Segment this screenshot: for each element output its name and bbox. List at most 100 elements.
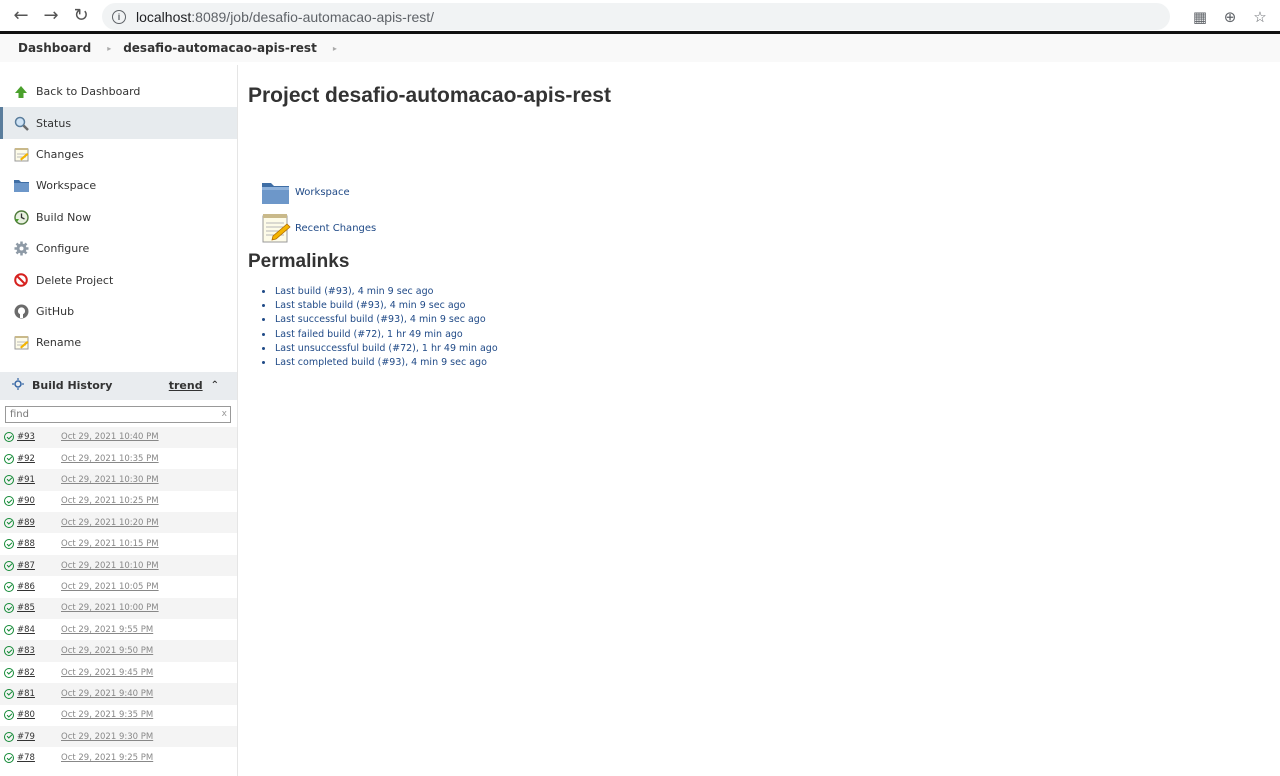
bookmark-star-icon[interactable]: ☆	[1248, 3, 1272, 30]
build-row: #91 Oct 29, 2021 10:30 PM	[0, 469, 237, 491]
translate-icon[interactable]: ▦	[1188, 3, 1212, 30]
recent-changes-link[interactable]: Recent Changes	[261, 210, 611, 246]
build-number-link[interactable]: #82	[17, 668, 61, 678]
side-panel: Back to Dashboard Status Changes Workspace B…	[0, 65, 238, 776]
back-icon[interactable]: ←	[6, 1, 36, 31]
build-number-link[interactable]: #90	[17, 496, 61, 506]
build-date-link[interactable]: Oct 29, 2021 10:30 PM	[61, 475, 159, 485]
no-entry-icon	[13, 272, 29, 288]
build-row: #85 Oct 29, 2021 10:00 PM	[0, 597, 237, 620]
sidebar-item-label: Workspace	[36, 179, 97, 193]
build-number-link[interactable]: #80	[17, 710, 61, 720]
up-arrow-icon	[13, 84, 29, 100]
build-number-link[interactable]: #83	[17, 646, 61, 656]
build-date-link[interactable]: Oct 29, 2021 10:00 PM	[61, 603, 159, 613]
build-date-link[interactable]: Oct 29, 2021 10:05 PM	[61, 582, 159, 592]
sidebar-item-back-to-dashboard[interactable]: Back to Dashboard	[0, 76, 237, 107]
build-row: #92 Oct 29, 2021 10:35 PM	[0, 448, 237, 469]
build-date-link[interactable]: Oct 29, 2021 10:20 PM	[61, 518, 159, 528]
success-check-icon	[4, 517, 14, 528]
success-check-icon	[4, 667, 14, 678]
address-bar[interactable]: i localhost:8089/job/desafio-automacao-a…	[102, 3, 1170, 30]
build-date-link[interactable]: Oct 29, 2021 10:25 PM	[61, 496, 159, 506]
breadcrumb-job[interactable]: desafio-automacao-apis-rest	[123, 41, 317, 55]
chevron-right-icon[interactable]: ▸	[333, 44, 337, 53]
build-number-link[interactable]: #92	[17, 454, 61, 464]
build-number-link[interactable]: #89	[17, 518, 61, 528]
build-row: #87 Oct 29, 2021 10:10 PM	[0, 554, 237, 577]
build-date-link[interactable]: Oct 29, 2021 10:40 PM	[61, 432, 159, 442]
build-row: #80 Oct 29, 2021 9:35 PM	[0, 705, 237, 726]
build-date-link[interactable]: Oct 29, 2021 9:40 PM	[61, 689, 153, 699]
notepad-icon	[13, 335, 29, 351]
sidebar-item-delete-project[interactable]: Delete Project	[0, 264, 237, 295]
permalinks-title: Permalinks	[248, 251, 350, 272]
build-row: #93 Oct 29, 2021 10:40 PM	[0, 426, 237, 448]
success-check-icon	[4, 603, 14, 614]
clear-search-button[interactable]: x	[222, 409, 227, 419]
build-row: #84 Oct 29, 2021 9:55 PM	[0, 619, 237, 640]
build-number-link[interactable]: #88	[17, 539, 61, 549]
build-number-link[interactable]: #86	[17, 582, 61, 592]
notepad-icon	[13, 146, 29, 162]
notepad-icon	[261, 213, 291, 243]
browser-toolbar: ← → ↻ i localhost:8089/job/desafio-autom…	[0, 0, 1280, 34]
build-search-input[interactable]: find x	[5, 405, 231, 423]
build-number-link[interactable]: #81	[17, 689, 61, 699]
chevron-up-icon[interactable]: ⌃	[211, 380, 219, 391]
build-date-link[interactable]: Oct 29, 2021 9:30 PM	[61, 732, 153, 742]
build-number-link[interactable]: #85	[17, 603, 61, 613]
sidebar-item-github[interactable]: GitHub	[0, 296, 237, 327]
workspace-link[interactable]: Workspace	[261, 174, 611, 210]
permalink-item[interactable]: Last unsuccessful build (#72), 1 hr 49 m…	[262, 341, 611, 355]
success-check-icon	[4, 731, 14, 742]
build-date-link[interactable]: Oct 29, 2021 10:10 PM	[61, 561, 159, 571]
build-date-link[interactable]: Oct 29, 2021 10:15 PM	[61, 539, 159, 549]
forward-icon[interactable]: →	[36, 1, 66, 31]
build-number-link[interactable]: #87	[17, 561, 61, 571]
build-number-link[interactable]: #93	[17, 432, 61, 442]
build-row: #89 Oct 29, 2021 10:20 PM	[0, 512, 237, 534]
zoom-icon[interactable]: ⊕	[1218, 3, 1242, 30]
sidebar-item-configure[interactable]: Configure	[0, 233, 237, 264]
trend-link[interactable]: trend	[169, 379, 203, 392]
success-check-icon	[4, 581, 14, 592]
build-number-link[interactable]: #79	[17, 732, 61, 742]
permalink-item[interactable]: Last stable build (#93), 4 min 9 sec ago	[262, 298, 611, 312]
url-host: localhost	[136, 8, 192, 25]
build-number-link[interactable]: #84	[17, 625, 61, 635]
success-check-icon	[4, 646, 14, 657]
sidebar-item-label: Status	[36, 116, 72, 130]
permalinks-list: Last build (#93), 4 min 9 sec ago Last st…	[262, 284, 611, 370]
search-placeholder: find	[10, 408, 29, 420]
success-check-icon	[4, 710, 14, 721]
build-date-link[interactable]: Oct 29, 2021 9:50 PM	[61, 646, 153, 656]
build-date-link[interactable]: Oct 29, 2021 9:45 PM	[61, 668, 153, 678]
build-row: #90 Oct 29, 2021 10:25 PM	[0, 491, 237, 512]
folder-icon	[261, 177, 291, 207]
sidebar-item-label: Configure	[36, 242, 90, 256]
sidebar-item-status[interactable]: Status	[0, 107, 237, 139]
build-date-link[interactable]: Oct 29, 2021 10:35 PM	[61, 454, 159, 464]
permalink-item[interactable]: Last successful build (#93), 4 min 9 sec…	[262, 313, 611, 327]
clock-icon	[13, 209, 29, 225]
build-date-link[interactable]: Oct 29, 2021 9:35 PM	[61, 710, 153, 720]
sidebar-item-label: Build Now	[36, 210, 92, 224]
build-row: #79 Oct 29, 2021 9:30 PM	[0, 725, 237, 748]
breadcrumb-dashboard[interactable]: Dashboard	[18, 41, 91, 55]
permalink-item[interactable]: Last failed build (#72), 1 hr 49 min ago	[262, 327, 611, 341]
permalink-item[interactable]: Last build (#93), 4 min 9 sec ago	[262, 284, 611, 298]
sidebar-item-build-now[interactable]: Build Now	[0, 202, 237, 233]
build-date-link[interactable]: Oct 29, 2021 9:55 PM	[61, 625, 153, 635]
sidebar-item-changes[interactable]: Changes	[0, 139, 237, 170]
sidebar-item-workspace[interactable]: Workspace	[0, 170, 237, 201]
build-number-link[interactable]: #91	[17, 475, 61, 485]
sidebar-item-rename[interactable]: Rename	[0, 327, 237, 358]
build-row: #88 Oct 29, 2021 10:15 PM	[0, 533, 237, 554]
permalink-item[interactable]: Last completed build (#93), 4 min 9 sec …	[262, 355, 611, 369]
site-info-icon[interactable]: i	[112, 9, 126, 24]
build-number-link[interactable]: #78	[17, 753, 61, 763]
build-date-link[interactable]: Oct 29, 2021 9:25 PM	[61, 753, 153, 763]
reload-icon[interactable]: ↻	[66, 1, 96, 31]
chevron-right-icon[interactable]: ▸	[107, 44, 111, 53]
